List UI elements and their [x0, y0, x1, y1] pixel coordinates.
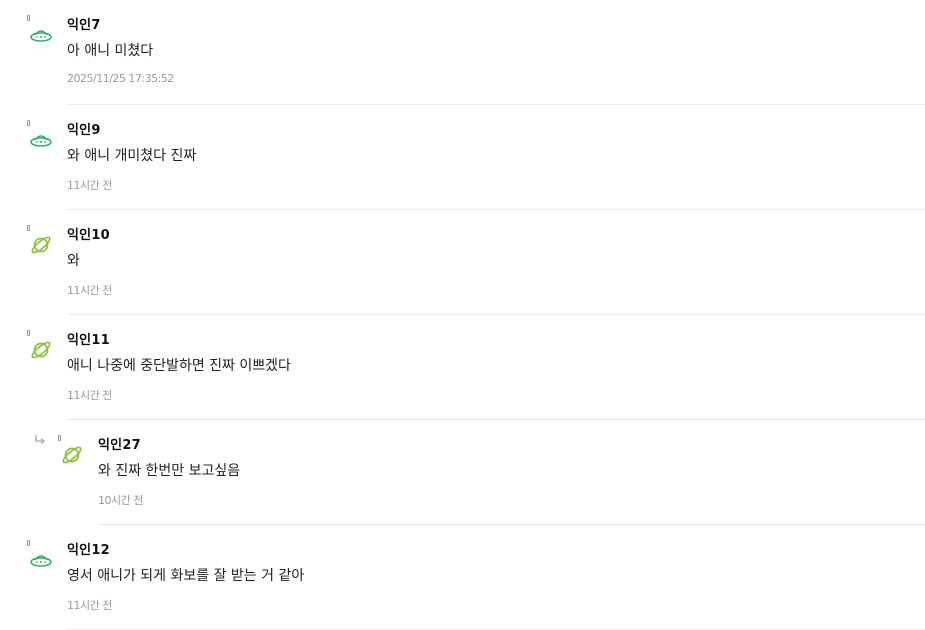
- comment-author[interactable]: 익인11: [67, 329, 110, 348]
- comment-timestamp: 11시간 전: [67, 179, 112, 192]
- drag-handle-icon: [27, 330, 30, 336]
- comment-author[interactable]: 익인12: [67, 539, 110, 558]
- planet-icon: [60, 443, 84, 467]
- drag-handle-icon: [27, 15, 30, 21]
- comment-item: 익인7 아 애니 미쳤다 2025/11/25 17:35:52: [0, 0, 925, 105]
- comment-text: 와 애니 개미쳤다 진짜: [67, 148, 197, 164]
- comment-author[interactable]: 익인27: [98, 434, 141, 453]
- comment-author[interactable]: 익인10: [67, 224, 110, 243]
- comment-item: 익인9 와 애니 개미쳤다 진짜 11시간 전: [0, 105, 925, 210]
- comment-text: 애니 나중에 중단발하면 진짜 이쁘겠다: [67, 358, 291, 374]
- comment-item: 익인11 애니 나중에 중단발하면 진짜 이쁘겠다 11시간 전: [0, 315, 925, 420]
- comment-text: 와 진짜 한번만 보고싶음: [98, 463, 241, 479]
- comment-timestamp: 11시간 전: [67, 284, 112, 297]
- comment-timestamp: 11시간 전: [67, 389, 112, 402]
- comment-timestamp: 10시간 전: [98, 494, 143, 507]
- drag-handle-icon: [27, 120, 30, 126]
- planet-icon: [29, 233, 53, 257]
- ufo-icon: [29, 548, 53, 572]
- comment-text: 영서 애니가 되게 화보를 잘 받는 거 같아: [67, 568, 305, 584]
- ufo-icon: [29, 23, 53, 47]
- comment-text: 와: [67, 253, 80, 269]
- ufo-icon: [29, 128, 53, 152]
- comment-author[interactable]: 익인7: [67, 14, 101, 33]
- comment-timestamp: 11시간 전: [67, 599, 112, 612]
- comment-text: 아 애니 미쳤다: [67, 43, 154, 59]
- comment-timestamp: 2025/11/25 17:35:52: [67, 72, 174, 85]
- drag-handle-icon: [27, 225, 30, 231]
- comment-item: 익인12 영서 애니가 되게 화보를 잘 받는 거 같아 11시간 전: [0, 525, 925, 630]
- planet-icon: [29, 338, 53, 362]
- drag-handle-icon: [27, 540, 30, 546]
- comment-item: 익인10 와 11시간 전: [0, 210, 925, 315]
- comment-author[interactable]: 익인9: [67, 119, 101, 138]
- drag-handle-icon: [58, 435, 61, 441]
- reply-comment-item: 익인27 와 진짜 한번만 보고싶음 10시간 전: [0, 420, 925, 525]
